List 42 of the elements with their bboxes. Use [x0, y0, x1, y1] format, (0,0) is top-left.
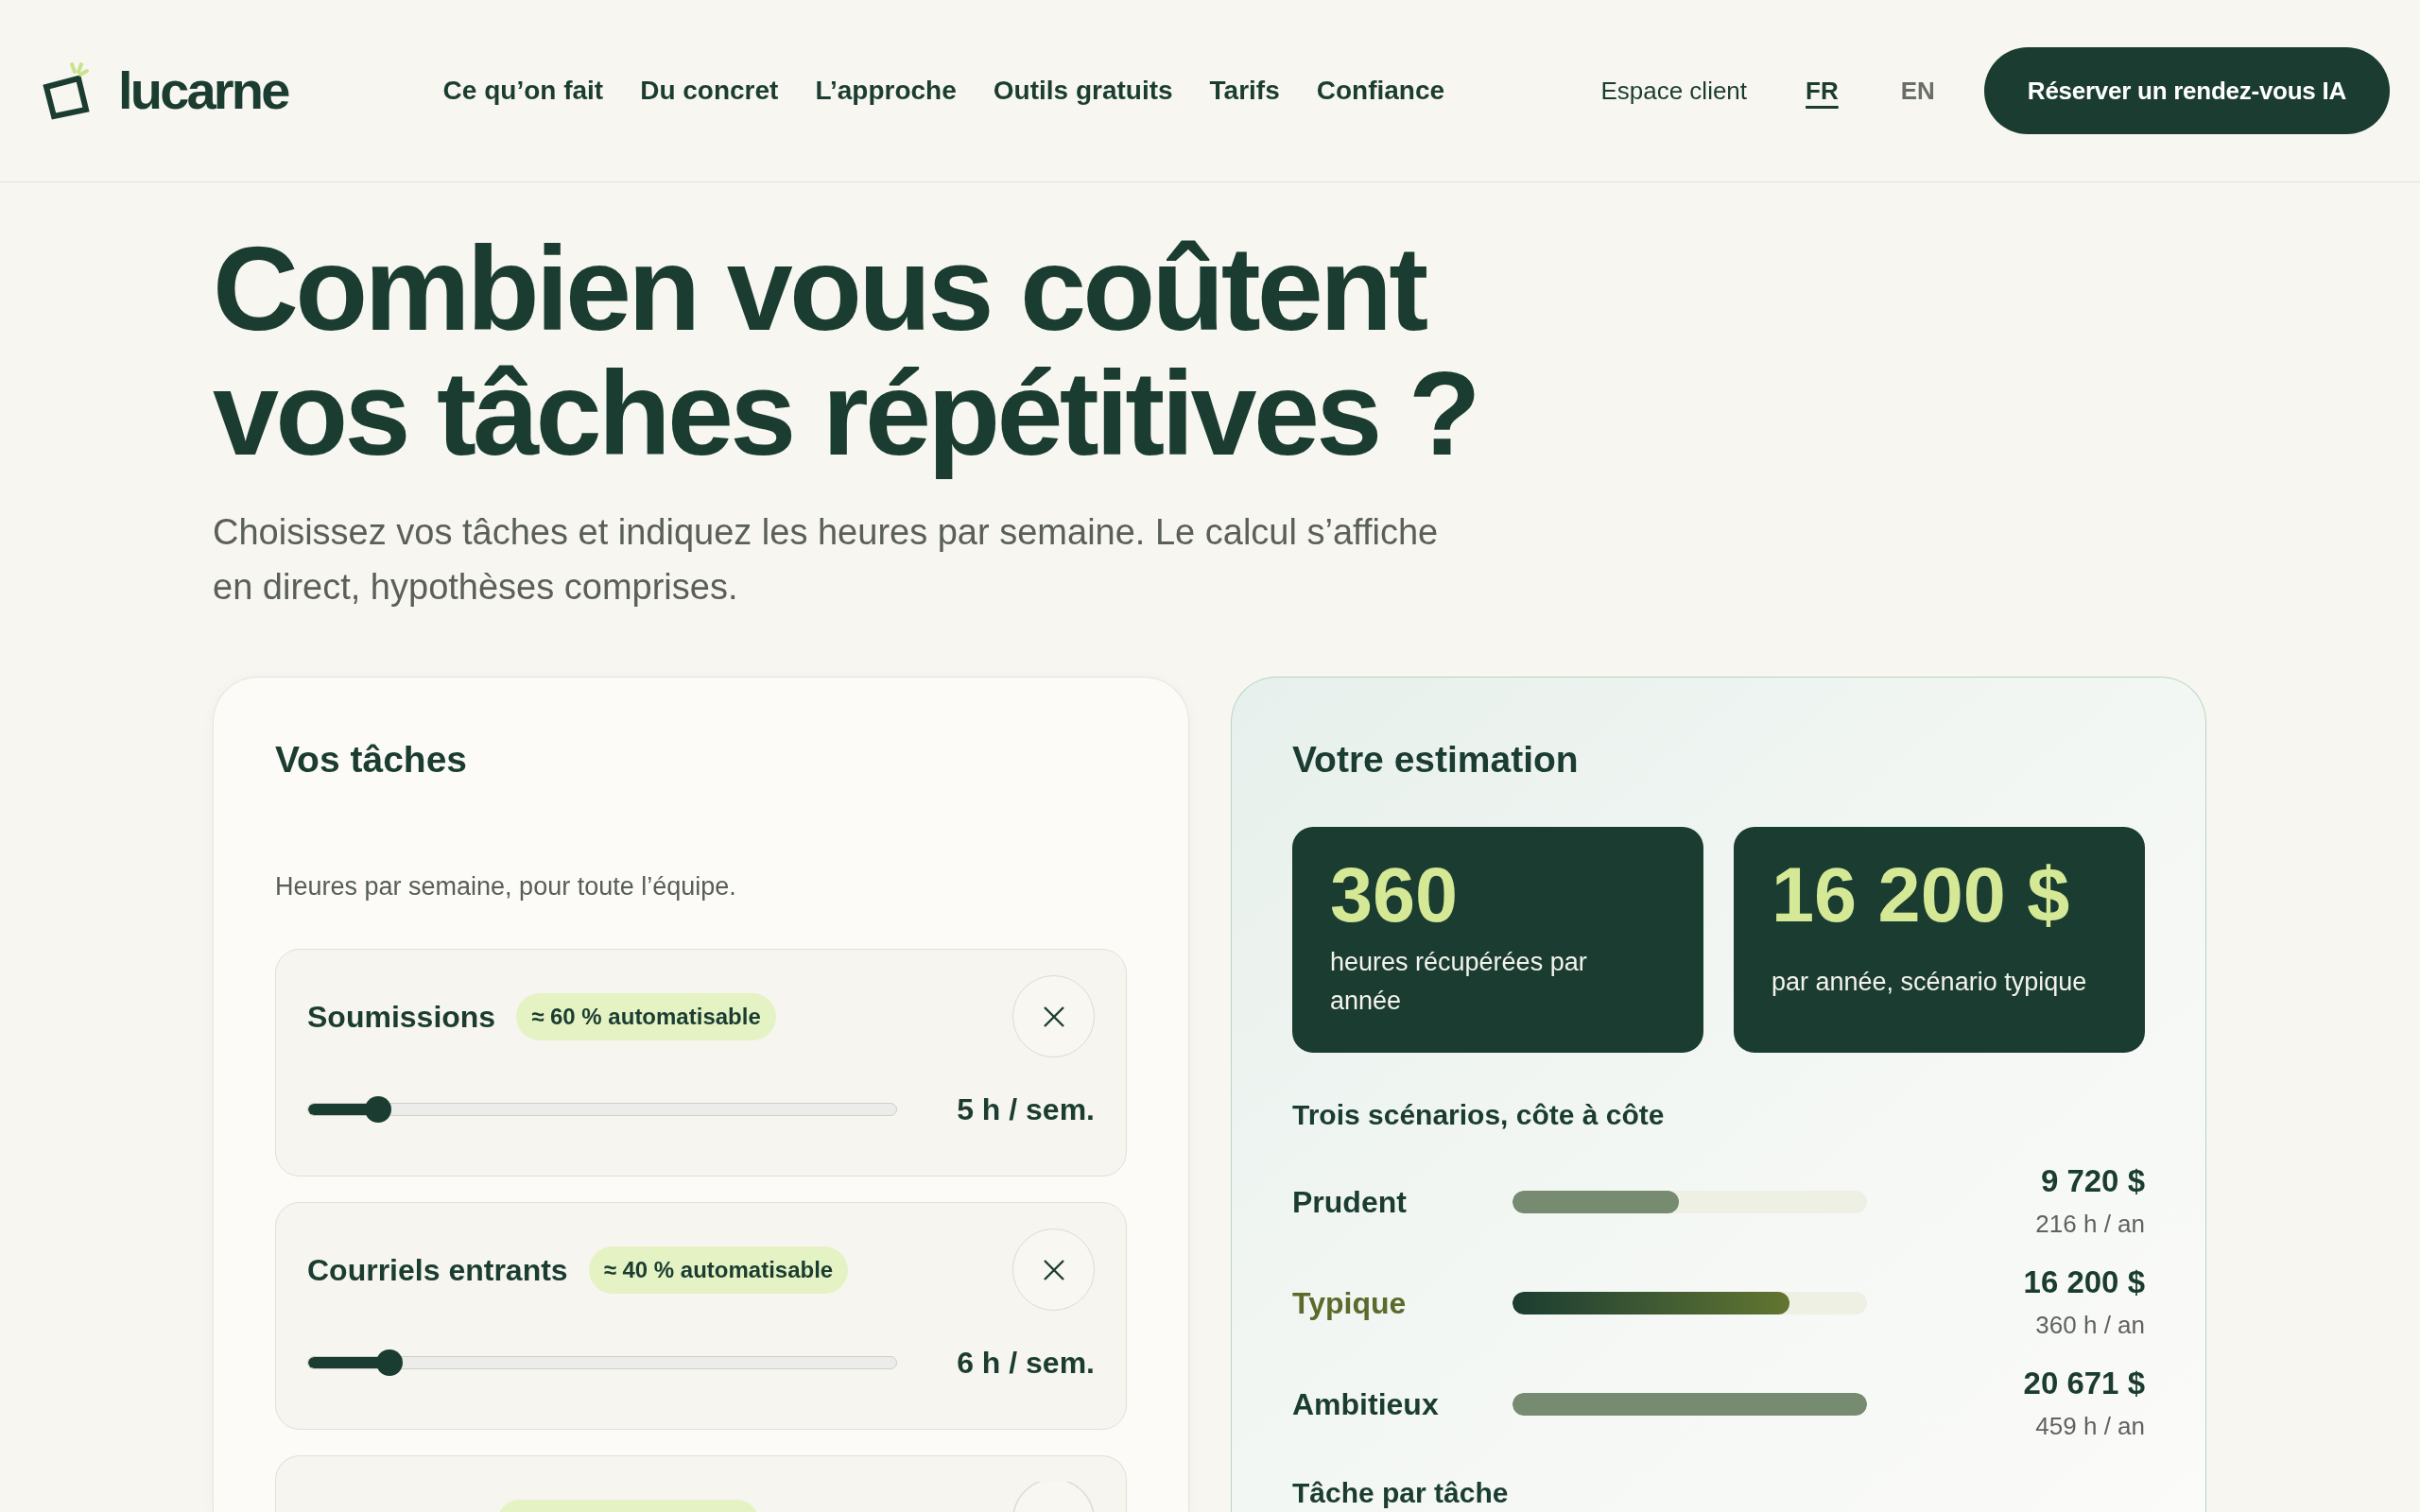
client-area-link[interactable]: Espace client: [1600, 75, 1748, 107]
scenario-hours: 216 h / an: [2035, 1209, 2145, 1239]
nav-link[interactable]: Ce qu’on fait: [442, 74, 604, 108]
section-heading: Tâche par tâche: [1292, 1476, 1510, 1510]
scenario-amount: 16 200 $: [2023, 1265, 2145, 1299]
stat-value: 16 200 $: [1772, 857, 2070, 934]
slider-thumb[interactable]: [364, 1096, 391, 1123]
nav-link[interactable]: Tarifs: [1209, 74, 1280, 108]
hours-value: 6 h / sem.: [957, 1345, 1095, 1382]
slider-thumb[interactable]: [376, 1349, 404, 1376]
nav-link[interactable]: Du concret: [640, 74, 779, 108]
scenario-hours: 360 h / an: [2035, 1310, 2145, 1340]
task-title: Courriels entrants: [307, 1251, 568, 1289]
slider[interactable]: [307, 1096, 897, 1123]
language-link[interactable]: FR: [1806, 75, 1839, 107]
automation-badge: ≈ 60 % automatisable: [516, 992, 776, 1040]
task-title: Soumissions: [307, 998, 496, 1036]
section-heading: Trois scénarios, côte à côte: [1292, 1098, 1666, 1132]
close-icon: [1043, 1005, 1064, 1027]
panel-hint: Heures par semaine, pour toute l’équipe.: [275, 871, 737, 902]
stat-label: heures récupérées par année: [1330, 947, 1588, 1017]
scenario-name: Ambitieux: [1292, 1386, 1439, 1421]
close-icon: [1043, 1259, 1064, 1280]
hours-value: 5 h / sem.: [957, 1091, 1095, 1128]
panel-title: Vos tâches: [275, 738, 469, 782]
booking-button[interactable]: Réserver un rendez-vous IA: [1983, 47, 2390, 134]
stat-label: par année, scénario typique: [1772, 966, 2087, 998]
automation-badge: ≈ 40 % automatisable: [588, 1246, 849, 1294]
nav-link[interactable]: Confiance: [1316, 74, 1445, 108]
logo-link[interactable]: lucarne: [43, 61, 288, 120]
scenario-name: Prudent: [1292, 1184, 1407, 1219]
stat-value: 360: [1330, 857, 1459, 934]
scenario-amount: 20 671 $: [2023, 1366, 2145, 1400]
slider[interactable]: [307, 1349, 897, 1376]
scenario-name: Typique: [1292, 1285, 1407, 1320]
nav-link[interactable]: Outils gratuits: [993, 74, 1173, 108]
language-link[interactable]: EN: [1900, 75, 1935, 107]
scenario-amount: 9 720 $: [2040, 1164, 2145, 1198]
hero-subtitle: Choisissez vos tâches et indiquez les heures par semaine. Le calcul s’affiche en direct, hypothèses comprises.: [213, 511, 1440, 609]
panel-title: Votre estimation: [1292, 738, 1580, 782]
scenario-hours: 459 h / an: [2035, 1411, 2145, 1441]
nav-link[interactable]: L’approche: [815, 74, 957, 108]
